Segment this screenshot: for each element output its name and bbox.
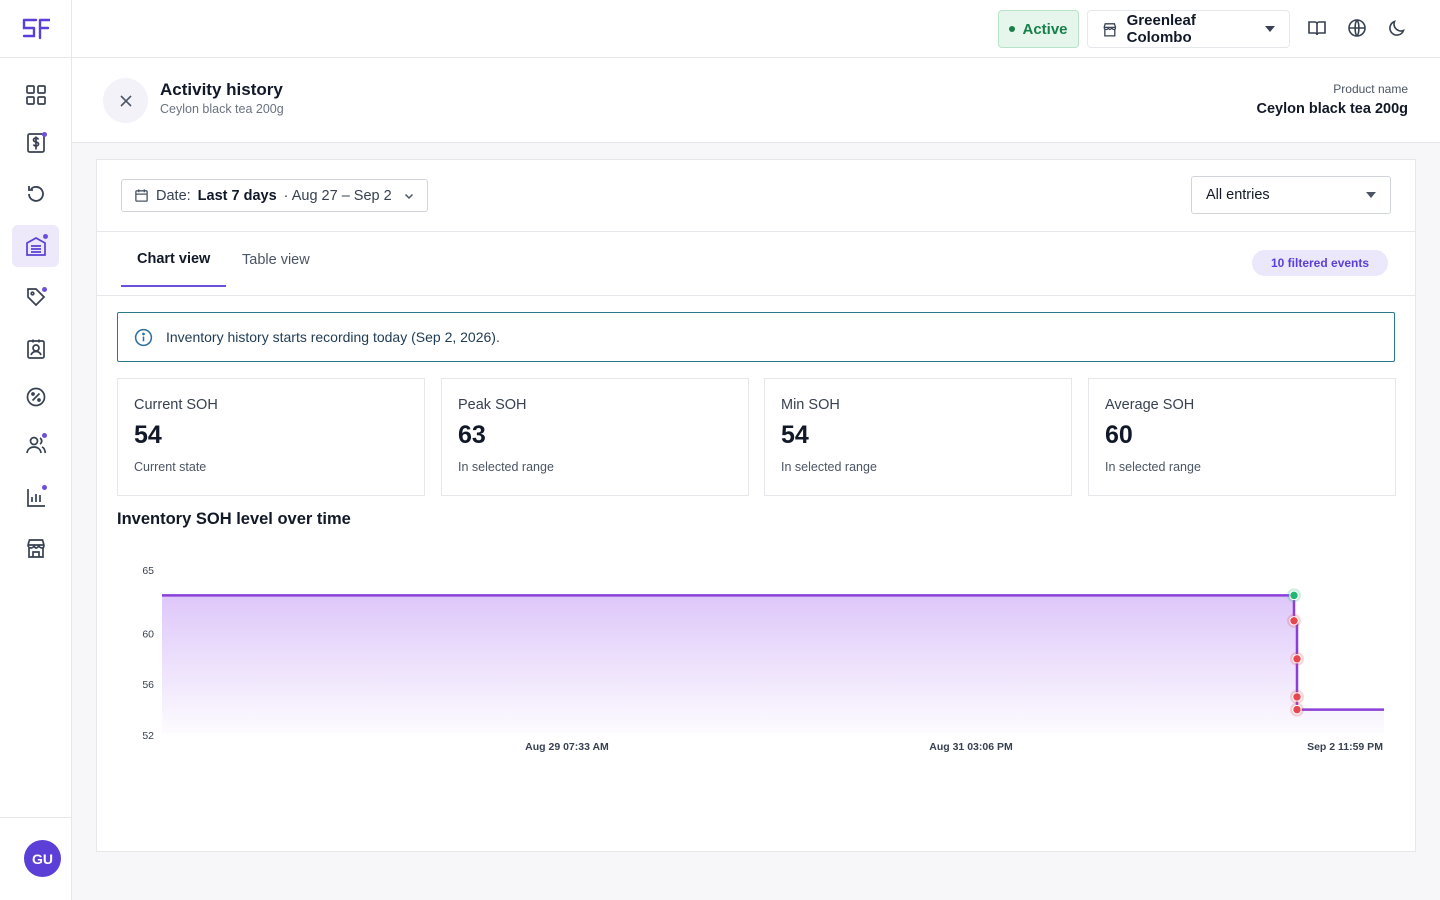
info-icon bbox=[134, 328, 153, 346]
moon-icon[interactable] bbox=[1387, 18, 1407, 38]
filtered-events-badge: 10 filtered events bbox=[1252, 250, 1389, 276]
x-tick-label: Aug 31 03:06 PM bbox=[929, 741, 1013, 753]
stat-label: Min SOH bbox=[781, 397, 840, 413]
date-range-name: Last 7 days bbox=[197, 187, 277, 204]
y-tick-label: 56 bbox=[142, 679, 154, 691]
sidebar: GU bbox=[0, 0, 72, 900]
stat-label: Current SOH bbox=[134, 397, 218, 413]
product-name-label: Product name bbox=[1333, 82, 1408, 96]
history-icon bbox=[27, 186, 44, 202]
brand-logo[interactable] bbox=[22, 17, 50, 41]
chart-title: Inventory SOH level over time bbox=[117, 510, 351, 528]
sidebar-divider-top bbox=[0, 57, 72, 58]
contact-icon bbox=[26, 339, 45, 359]
info-banner: Inventory history starts recording today… bbox=[117, 312, 1395, 362]
stat-note: In selected range bbox=[458, 460, 554, 474]
store-selector[interactable]: Greenleaf Colombo bbox=[1087, 10, 1290, 48]
nav-inventory[interactable] bbox=[12, 225, 59, 267]
page-title: Activity history bbox=[160, 80, 283, 99]
x-tick-label: Aug 29 07:33 AM bbox=[525, 741, 609, 753]
y-tick-label: 52 bbox=[142, 730, 154, 742]
discount-icon bbox=[26, 387, 45, 407]
stat-peak-soh: Peak SOH 63 In selected range bbox=[441, 378, 749, 496]
stat-note: In selected range bbox=[1105, 460, 1201, 474]
sidebar-divider-bottom bbox=[0, 817, 72, 818]
status-badge: Active bbox=[998, 10, 1079, 48]
store-name: Greenleaf Colombo bbox=[1126, 12, 1196, 46]
notification-dot bbox=[42, 287, 47, 292]
event-marker bbox=[1289, 616, 1299, 626]
notification-dot bbox=[43, 234, 48, 239]
nav-reports[interactable] bbox=[12, 476, 59, 518]
entries-selected: All entries bbox=[1206, 187, 1270, 203]
stat-current-soh: Current SOH 54 Current state bbox=[117, 378, 425, 496]
book-icon[interactable] bbox=[1307, 18, 1327, 38]
page-header: Activity history Ceylon black tea 200g P… bbox=[72, 58, 1440, 143]
page-subtitle: Ceylon black tea 200g bbox=[160, 102, 284, 116]
date-range-picker[interactable]: Date: Last 7 days · Aug 27 – Sep 2 bbox=[121, 179, 428, 212]
filter-bar: Date: Last 7 days · Aug 27 – Sep 2 All e… bbox=[97, 160, 1415, 232]
calendar-icon bbox=[135, 189, 148, 202]
tab-chart-view[interactable]: Chart view bbox=[121, 232, 227, 287]
stat-value: 54 bbox=[134, 421, 162, 449]
soh-chart: 65 60 56 52 Aug 29 07:33 AM Aug 31 03:06 PM Se… bbox=[142, 565, 1384, 753]
stat-note: In selected range bbox=[781, 460, 877, 474]
x-tick-label: Sep 2 11:59 PM bbox=[1307, 741, 1383, 753]
nav-contacts[interactable] bbox=[12, 328, 59, 370]
view-tabs: Chart view Table view 10 filtered events bbox=[97, 232, 1415, 296]
event-marker bbox=[1289, 590, 1299, 601]
dashboard-icon bbox=[25, 85, 46, 105]
nav-products[interactable] bbox=[12, 276, 59, 318]
close-button[interactable] bbox=[103, 78, 148, 123]
chevron-down-icon bbox=[1265, 26, 1275, 32]
y-tick-label: 60 bbox=[142, 628, 154, 640]
status-dot bbox=[1009, 26, 1016, 32]
stat-value: 54 bbox=[781, 421, 809, 449]
nav-dashboard[interactable] bbox=[12, 74, 59, 116]
date-range-dates: · Aug 27 – Sep 2 bbox=[283, 187, 392, 204]
stat-average-soh: Average SOH 60 In selected range bbox=[1088, 378, 1396, 496]
topbar: Active Greenleaf Colombo bbox=[72, 0, 1440, 58]
chevron-down-icon bbox=[1366, 192, 1376, 198]
stat-label: Average SOH bbox=[1105, 397, 1195, 413]
nav-stores[interactable] bbox=[12, 527, 59, 569]
user-avatar[interactable]: GU bbox=[24, 840, 61, 877]
date-prefix: Date: bbox=[156, 187, 191, 204]
tab-table-view[interactable]: Table view bbox=[226, 232, 326, 288]
stat-min-soh: Min SOH 54 In selected range bbox=[764, 378, 1072, 496]
y-tick-label: 65 bbox=[142, 565, 154, 577]
event-marker bbox=[1292, 654, 1302, 664]
stat-value: 60 bbox=[1105, 421, 1133, 449]
nav-discounts[interactable] bbox=[12, 376, 59, 418]
activity-card: Date: Last 7 days · Aug 27 – Sep 2 All e… bbox=[96, 159, 1416, 852]
notification-dot bbox=[42, 132, 47, 137]
stat-note: Current state bbox=[134, 460, 207, 474]
close-icon bbox=[119, 94, 132, 107]
stat-label: Peak SOH bbox=[458, 397, 527, 413]
globe-icon[interactable] bbox=[1347, 18, 1367, 38]
nav-users[interactable] bbox=[12, 424, 59, 466]
store-icon bbox=[26, 539, 45, 558]
chevron-down-icon bbox=[404, 193, 413, 199]
stat-value: 63 bbox=[458, 421, 486, 449]
nav-sales[interactable] bbox=[12, 122, 59, 164]
nav-history[interactable] bbox=[12, 173, 59, 215]
product-name-value: Ceylon black tea 200g bbox=[1256, 101, 1408, 117]
event-marker bbox=[1292, 704, 1302, 715]
area-fill bbox=[162, 595, 1384, 735]
notification-dot bbox=[42, 433, 47, 438]
entries-filter-select[interactable]: All entries bbox=[1191, 176, 1391, 214]
info-banner-text: Inventory history starts recording today… bbox=[166, 329, 500, 345]
event-marker bbox=[1292, 692, 1302, 702]
store-icon bbox=[1103, 22, 1117, 37]
status-label: Active bbox=[1022, 20, 1068, 38]
notification-dot bbox=[42, 485, 47, 490]
